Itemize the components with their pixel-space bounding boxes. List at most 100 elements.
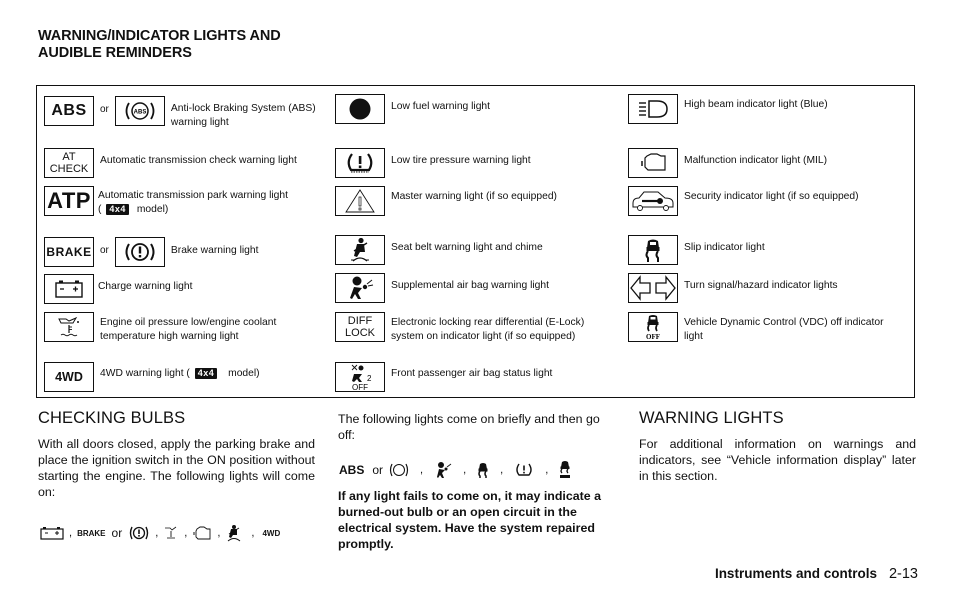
brake-text-icon: BRAKE [77, 528, 106, 538]
slip-car-icon [628, 235, 678, 265]
oil-coolant-icon [165, 526, 177, 539]
4wd-desc-prefix: 4WD warning light ( [100, 368, 190, 379]
bulb-failure-warning: If any light fails to come on, it may in… [338, 489, 602, 551]
abs-circle-icon [389, 463, 409, 477]
svg-text:2: 2 [367, 374, 372, 383]
master-desc: Master warning light (if so equipped) [391, 191, 557, 202]
brake-circle-icon [129, 526, 149, 540]
checking-bulbs-section: CHECKING BULBS With all doors closed, ap… [38, 408, 315, 500]
turn-arrows-icon [628, 273, 678, 303]
airbag-icon [335, 273, 385, 303]
heading-line-1: WARNING/INDICATOR LIGHTS AND [38, 28, 281, 44]
warning-lights-section: WARNING LIGHTS For additional informatio… [639, 408, 916, 484]
brake-text-icon: BRAKE [44, 237, 94, 267]
seatbelt-icon [335, 235, 385, 265]
turn-desc: Turn signal/hazard indicator lights [684, 280, 838, 291]
legend-item-low-fuel: Low fuel warning light [335, 94, 490, 124]
page-heading: WARNING/INDICATOR LIGHTS AND AUDIBLE REM… [38, 28, 281, 62]
brake-circle-icon [114, 237, 165, 267]
legend-item-mil: Malfunction indicator light (MIL) [628, 148, 827, 178]
high-beam-icon [628, 94, 678, 124]
warning-lights-title: WARNING LIGHTS [639, 409, 784, 427]
brief-lights-section: The following lights come on briefly and… [338, 411, 616, 443]
checking-bulbs-icons: , BRAKE or , , , , 4WD [40, 524, 280, 542]
passenger-airbag-status-icon: 2 OFF [335, 362, 385, 392]
heading-line-2: AUDIBLE REMINDERS [38, 45, 192, 61]
legend-item-high-beam: High beam indicator light (Blue) [628, 94, 828, 124]
diff-lock-icon: DIFF LOCK [335, 312, 385, 342]
diff-lock-desc-line2: system on indicator light (if so equippe… [391, 331, 576, 342]
legend-item-brake: BRAKE or Brake warning light [44, 237, 258, 267]
oil-temp-desc-line2: temperature high warning light [100, 331, 239, 342]
abs-desc-line1: Anti-lock Braking System (ABS) [170, 103, 316, 114]
page-number: 2-13 [888, 566, 918, 582]
legend-item-abs: ABS or ABS Anti-lock Braking System (ABS… [44, 96, 316, 130]
legend-item-airbag: Supplemental air bag warning light [335, 273, 549, 303]
legend-item-tire: Low tire pressure warning light [335, 148, 531, 178]
checking-bulbs-title: CHECKING BULBS [38, 409, 186, 427]
abs-text-icon: ABS [339, 463, 365, 477]
svg-text:OFF: OFF [646, 333, 660, 341]
atp-icon: ATP [44, 186, 94, 216]
seatbelt-icon [228, 525, 241, 542]
security-desc: Security indicator light (if so equipped… [684, 191, 859, 202]
warning-lights-body: For additional information on warnings a… [639, 437, 916, 483]
abs-circle-icon: ABS [114, 96, 165, 126]
engine-icon [628, 148, 678, 178]
car-key-icon [628, 186, 678, 216]
4x4-badge: 4x4 [106, 204, 129, 215]
legend-item-passenger-airbag: 2 OFF Front passenger air bag status ligh… [335, 362, 552, 392]
tire-pressure-icon [335, 148, 385, 178]
legend-item-security: Security indicator light (if so equipped… [628, 186, 859, 216]
legend-item-4wd: 4WD 4WD warning light ( 4x4 model) [44, 362, 260, 392]
abs-desc-line2: warning light [170, 117, 229, 128]
atp-desc-line1: Automatic transmission park warning ligh… [98, 190, 288, 201]
at-check-desc: Automatic transmission check warning lig… [100, 155, 297, 166]
checking-bulbs-body: With all doors closed, apply the parking… [38, 437, 315, 499]
brief-lights-icons: ABS or , , , , [339, 460, 572, 480]
oil-temp-desc-line1: Engine oil pressure low/engine coolant [100, 317, 277, 328]
svg-text:ABS: ABS [134, 110, 147, 116]
battery-icon [44, 274, 94, 304]
4wd-icon: 4WD [262, 528, 281, 538]
legend-item-seatbelt: Seat belt warning light and chime [335, 235, 543, 265]
vdc-desc-line1: Vehicle Dynamic Control (VDC) off indica… [684, 317, 884, 328]
brief-lights-warning-section: If any light fails to come on, it may in… [338, 488, 618, 552]
brake-desc: Brake warning light [170, 245, 259, 256]
tire-desc: Low tire pressure warning light [391, 155, 531, 166]
charge-desc: Charge warning light [98, 281, 193, 292]
page-footer: Instruments and controls 2-13 [715, 566, 918, 582]
warning-triangle-icon [335, 186, 385, 216]
mil-desc: Malfunction indicator light (MIL) [684, 155, 828, 166]
diff-lock-desc-line1: Electronic locking rear differential (E-… [391, 317, 585, 328]
high-beam-desc: High beam indicator light (Blue) [684, 99, 828, 110]
brief-lights-body: The following lights come on briefly and… [338, 412, 600, 442]
legend-item-master: Master warning light (if so equipped) [335, 186, 557, 216]
filled-circle-icon [335, 94, 385, 124]
battery-icon [40, 527, 64, 540]
slip-car-icon [478, 463, 488, 478]
tire-pressure-icon [516, 463, 532, 476]
legend-item-slip: Slip indicator light [628, 235, 765, 265]
legend-item-at-check: AT CHECK Automatic transmission check wa… [44, 148, 297, 178]
svg-text:OFF: OFF [352, 383, 368, 391]
4wd-desc-suffix: model) [228, 368, 260, 379]
vdc-off-icon [560, 461, 571, 478]
4x4-badge: 4x4 [194, 368, 218, 379]
engine-icon [193, 526, 211, 540]
legend-item-atp: ATP Automatic transmission park warning … [44, 186, 288, 217]
seatbelt-desc: Seat belt warning light and chime [391, 242, 543, 253]
legend-item-charge: Charge warning light [44, 274, 192, 304]
abs-text-icon: ABS [44, 96, 94, 126]
slip-desc: Slip indicator light [684, 242, 765, 253]
or-label: or [100, 104, 109, 115]
legend-item-diff-lock: DIFF LOCK Electronic locking rear differ… [335, 312, 584, 344]
airbag-icon [437, 462, 452, 478]
or-label: or [100, 245, 109, 256]
legend-item-oil-temp: Engine oil pressure low/engine coolant t… [44, 312, 276, 344]
legend-item-turn: Turn signal/hazard indicator lights [628, 273, 838, 303]
vdc-desc-line2: light [684, 331, 703, 342]
legend-item-vdc: OFF Vehicle Dynamic Control (VDC) off in… [628, 312, 884, 344]
low-fuel-desc: Low fuel warning light [391, 101, 491, 112]
oil-coolant-icon [44, 312, 94, 342]
